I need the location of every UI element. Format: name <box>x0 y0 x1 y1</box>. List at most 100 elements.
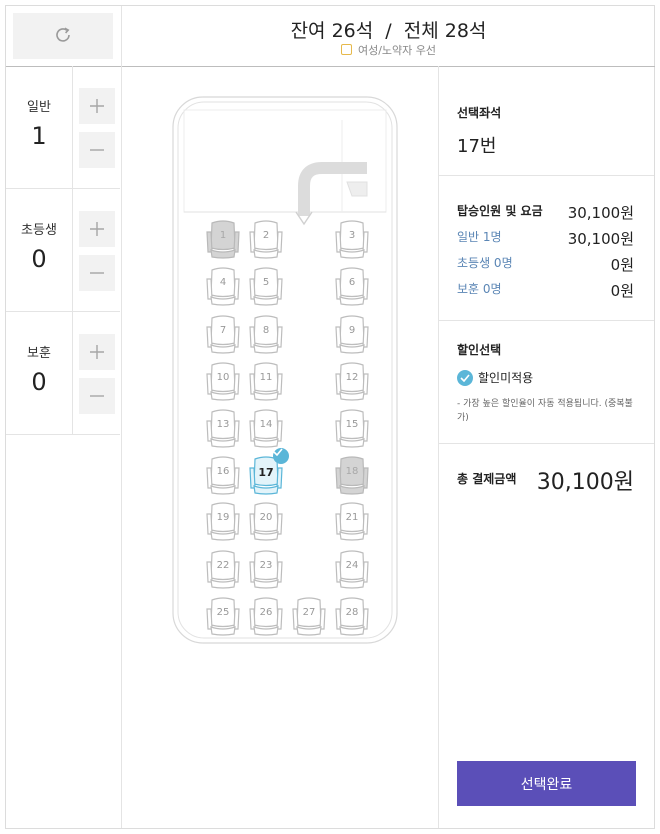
seat-number: 6 <box>348 277 356 288</box>
priority-checkbox[interactable] <box>340 44 352 55</box>
minus-icon <box>90 143 104 157</box>
seat-25[interactable]: 25 <box>204 595 242 637</box>
seat-10[interactable]: 10 <box>204 360 242 402</box>
seat-number: 17 <box>258 466 274 479</box>
fare-header-row: 탑승인원 및 요금 30,100원 <box>457 202 634 223</box>
passenger-count: 0 <box>31 245 47 273</box>
decrease-button[interactable] <box>79 255 115 291</box>
seat-number: 27 <box>302 607 316 618</box>
seat-number: 5 <box>262 277 270 288</box>
seat-number: 23 <box>259 560 273 571</box>
seat-7[interactable]: 7 <box>204 313 242 355</box>
fare-value: 0원 <box>610 282 634 300</box>
seat-3[interactable]: 3 <box>333 218 371 260</box>
passenger-count: 1 <box>31 122 47 150</box>
decrease-button[interactable] <box>79 378 115 414</box>
seat-23[interactable]: 23 <box>247 548 285 590</box>
fare-value: 30,100원 <box>567 230 634 248</box>
seat-6[interactable]: 6 <box>333 265 371 307</box>
seat-4[interactable]: 4 <box>204 265 242 307</box>
title-separator: / <box>385 20 392 42</box>
seat-number: 24 <box>345 560 359 571</box>
remaining-seats: 잔여 26석 <box>290 20 374 42</box>
seat-number: 26 <box>259 607 273 618</box>
seat-number: 11 <box>259 372 273 383</box>
fare-row-adult: 일반 1명 30,100원 <box>457 228 634 249</box>
seat-28[interactable]: 28 <box>333 595 371 637</box>
seat-5[interactable]: 5 <box>247 265 285 307</box>
seat-19[interactable]: 19 <box>204 500 242 542</box>
seat-number: 15 <box>345 419 359 430</box>
plus-icon <box>90 345 104 359</box>
seat-9[interactable]: 9 <box>333 313 371 355</box>
passenger-type-label: 보훈 <box>27 346 51 361</box>
seat-22[interactable]: 22 <box>204 548 242 590</box>
total-title: 총 결제금액 <box>457 472 517 486</box>
fare-value: 0원 <box>610 256 634 274</box>
discount-option[interactable]: 할인미적용 <box>457 369 533 386</box>
seat-12[interactable]: 12 <box>333 360 371 402</box>
seat-18: 18 <box>333 454 371 496</box>
plus-icon <box>90 222 104 236</box>
seat-21[interactable]: 21 <box>333 500 371 542</box>
seat-number: 21 <box>345 512 359 523</box>
fare-label: 일반 1명 <box>457 230 502 244</box>
seat-13[interactable]: 13 <box>204 407 242 449</box>
fare-total: 30,100원 <box>567 204 634 222</box>
seat-1: 1 <box>204 218 242 260</box>
seat-number: 13 <box>216 419 230 430</box>
priority-label: 여성/노약자 우선 <box>357 44 437 57</box>
passenger-type-label: 일반 <box>27 100 51 115</box>
seat-number: 20 <box>259 512 273 523</box>
seat-17[interactable]: 17 <box>247 448 289 496</box>
discount-title: 할인선택 <box>457 343 502 357</box>
seat-number: 2 <box>262 230 270 241</box>
fare-label: 보훈 0명 <box>457 282 502 296</box>
selected-seat-section: 선택좌석 17번 <box>438 66 654 176</box>
refresh-button[interactable] <box>13 13 113 59</box>
seat-16[interactable]: 16 <box>204 454 242 496</box>
seat-20[interactable]: 20 <box>247 500 285 542</box>
seat-number: 19 <box>216 512 230 523</box>
total-value: 30,100원 <box>536 470 634 495</box>
increase-button[interactable] <box>79 211 115 247</box>
seat-2[interactable]: 2 <box>247 218 285 260</box>
seat-number: 1 <box>219 230 227 241</box>
priority-option[interactable]: 여성/노약자 우선 <box>122 42 655 58</box>
seat-26[interactable]: 26 <box>247 595 285 637</box>
seat-number: 7 <box>219 325 227 336</box>
fare-row-child: 초등생 0명 0원 <box>457 254 634 275</box>
passenger-count: 0 <box>31 368 47 396</box>
select-complete-button[interactable]: 선택완료 <box>457 761 636 806</box>
passenger-type-label: 초등생 <box>21 223 57 238</box>
seat-14[interactable]: 14 <box>247 407 285 449</box>
seat-number: 22 <box>216 560 230 571</box>
seat-number: 25 <box>216 607 230 618</box>
selected-seat-title: 선택좌석 <box>457 106 502 120</box>
seat-number: 14 <box>259 419 273 430</box>
passenger-child: 초등생 0 <box>6 189 120 312</box>
fare-section: 탑승인원 및 요금 30,100원 일반 1명 30,100원 초등생 0명 0… <box>438 176 654 321</box>
seat-count-title: 잔여 26석 / 전체 28석 <box>122 16 655 43</box>
fare-label: 초등생 0명 <box>457 256 513 270</box>
seat-number: 8 <box>262 325 270 336</box>
seat-24[interactable]: 24 <box>333 548 371 590</box>
seat-number: 10 <box>216 372 230 383</box>
seat-number: 18 <box>345 466 359 477</box>
passenger-panel: 일반 1 초등생 0 보훈 0 <box>6 66 122 828</box>
seat-15[interactable]: 15 <box>333 407 371 449</box>
seat-number: 12 <box>345 372 359 383</box>
seat-8[interactable]: 8 <box>247 313 285 355</box>
seat-27[interactable]: 27 <box>290 595 328 637</box>
decrease-button[interactable] <box>79 132 115 168</box>
discount-option-label: 할인미적용 <box>478 371 534 385</box>
check-icon <box>273 448 289 464</box>
fare-title: 탑승인원 및 요금 <box>457 204 543 218</box>
total-seats: 전체 28석 <box>403 20 487 42</box>
increase-button[interactable] <box>79 88 115 124</box>
seat-11[interactable]: 11 <box>247 360 285 402</box>
passenger-veteran: 보훈 0 <box>6 312 120 435</box>
refresh-icon <box>52 24 74 49</box>
discount-note: - 가장 높은 할인율이 자동 적용됩니다. (중복불가) <box>457 399 633 423</box>
increase-button[interactable] <box>79 334 115 370</box>
